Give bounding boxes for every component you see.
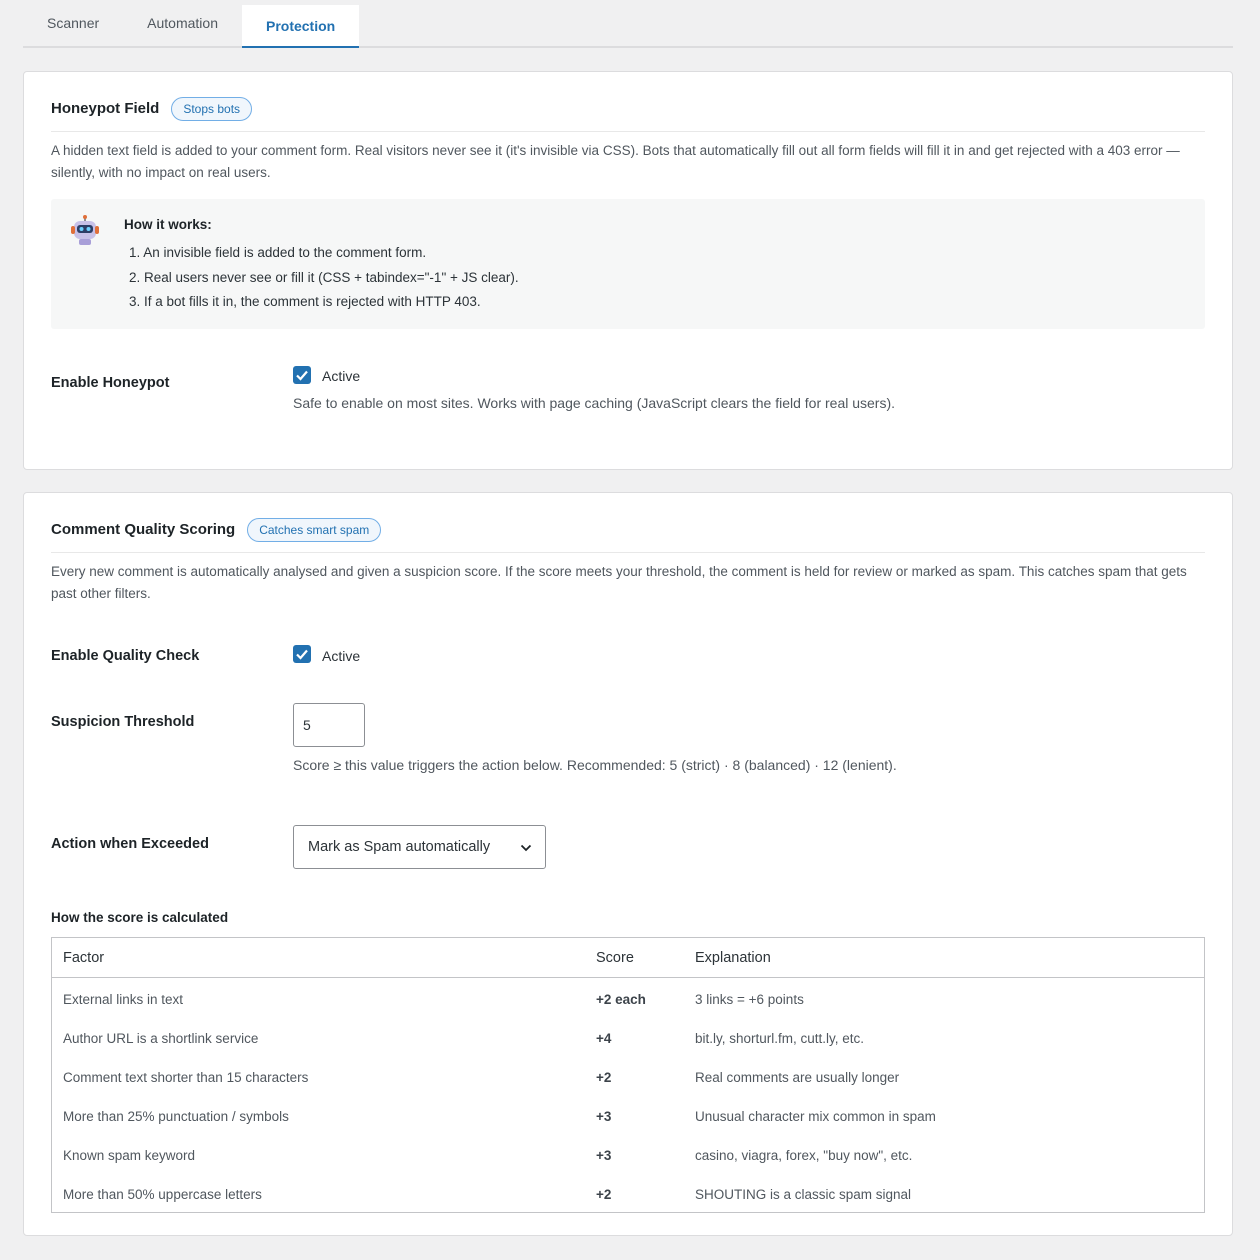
row-explanation: SHOUTING is a classic spam signal [695, 1187, 912, 1202]
how-it-works-title: How it works: [124, 217, 212, 232]
honeypot-title: Honeypot Field [51, 100, 160, 117]
tab-protection[interactable]: Protection [241, 5, 360, 48]
table-header: Factor Score Explanation [52, 938, 1204, 978]
enable-honeypot-label: Enable Honeypot [51, 375, 170, 391]
quality-card: Comment Quality Scoring Catches smart sp… [23, 492, 1233, 1236]
quality-active-label[interactable]: Active [322, 648, 360, 664]
row-factor: More than 50% uppercase letters [63, 1187, 262, 1202]
how-step: 1. An invisible field is added to the co… [129, 245, 427, 260]
threshold-label: Suspicion Threshold [51, 714, 195, 730]
action-select[interactable]: Mark as Spam automatically [293, 825, 546, 869]
how-step: 3. If a bot fills it in, the comment is … [129, 294, 481, 309]
enable-honeypot-checkbox[interactable] [293, 366, 311, 384]
chevron-down-icon [520, 844, 532, 852]
header-factor: Factor [63, 950, 105, 966]
table-row: Known spam keyword +3 casino, viagra, fo… [52, 1136, 1204, 1175]
table-body: External links in text +2 each 3 links =… [52, 978, 1204, 1214]
enable-quality-checkbox[interactable] [293, 645, 311, 663]
tab-automation[interactable]: Automation [123, 0, 242, 48]
row-score: +4 [596, 1031, 612, 1046]
quality-header: Comment Quality Scoring Catches smart sp… [51, 515, 1205, 553]
quality-description: Every new comment is automatically analy… [51, 564, 1187, 601]
score-table: Factor Score Explanation External links … [51, 937, 1205, 1213]
checkmark-icon [296, 649, 308, 660]
how-it-works-list: 1. An invisible field is added to the co… [129, 241, 519, 315]
quality-title: Comment Quality Scoring [51, 521, 236, 538]
action-label: Action when Exceeded [51, 836, 209, 852]
row-score: +2 [596, 1070, 612, 1085]
threshold-input[interactable] [293, 703, 365, 747]
row-score: +3 [596, 1109, 612, 1124]
robot-icon [71, 215, 99, 245]
row-explanation: 3 links = +6 points [695, 992, 804, 1007]
header-score: Score [596, 950, 634, 966]
honeypot-description: A hidden text field is added to your com… [51, 143, 1180, 180]
honeypot-badge: Stops bots [171, 96, 253, 121]
row-explanation: casino, viagra, forex, "buy now", etc. [695, 1148, 913, 1163]
table-row: Comment text shorter than 15 characters … [52, 1058, 1204, 1097]
row-factor: External links in text [63, 992, 184, 1007]
honeypot-help: Safe to enable on most sites. Works with… [293, 395, 896, 411]
row-factor: Comment text shorter than 15 characters [63, 1070, 309, 1085]
tab-scanner[interactable]: Scanner [23, 0, 123, 48]
row-factor: More than 25% punctuation / symbols [63, 1109, 289, 1124]
row-factor: Known spam keyword [63, 1148, 196, 1163]
quality-badge: Catches smart spam [247, 517, 382, 542]
table-row: External links in text +2 each 3 links =… [52, 980, 1204, 1019]
row-score: +3 [596, 1148, 612, 1163]
honeypot-active-label[interactable]: Active [322, 368, 360, 384]
score-table-title: How the score is calculated [51, 910, 229, 925]
honeypot-card: Honeypot Field Stops bots A hidden text … [23, 71, 1233, 470]
checkmark-icon [296, 370, 308, 381]
table-row: More than 25% punctuation / symbols +3 U… [52, 1097, 1204, 1136]
threshold-help: Score ≥ this value triggers the action b… [293, 757, 897, 773]
row-explanation: Real comments are usually longer [695, 1070, 900, 1085]
table-row: More than 50% uppercase letters +2 SHOUT… [52, 1175, 1204, 1214]
table-row: Author URL is a shortlink service +4 bit… [52, 1019, 1204, 1058]
row-score: +2 [596, 1187, 612, 1202]
row-explanation: Unusual character mix common in spam [695, 1109, 936, 1124]
header-explanation: Explanation [695, 950, 771, 966]
row-score: +2 each [596, 992, 646, 1007]
honeypot-header: Honeypot Field Stops bots [51, 94, 1205, 132]
tab-bar: Scanner Automation Protection [23, 0, 1233, 48]
enable-quality-label: Enable Quality Check [51, 648, 200, 664]
action-select-value: Mark as Spam automatically [308, 839, 491, 855]
how-step: 2. Real users never see or fill it (CSS … [129, 269, 519, 285]
row-explanation: bit.ly, shorturl.fm, cutt.ly, etc. [695, 1031, 865, 1046]
how-it-works-box: How it works: 1. An invisible field is a… [51, 199, 1205, 329]
row-factor: Author URL is a shortlink service [63, 1031, 259, 1046]
